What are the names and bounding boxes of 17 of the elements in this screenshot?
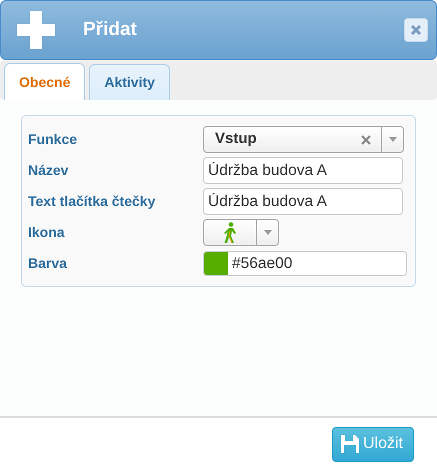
caret-icon — [388, 137, 396, 142]
color-field[interactable]: #56ae00 — [203, 251, 407, 276]
field-label: Funkce — [28, 130, 78, 149]
plus-icon — [17, 11, 55, 49]
field-label: Text tlačítka čtečky — [28, 192, 156, 211]
walking-person-icon — [222, 222, 238, 244]
dialog-title: Přidat — [83, 18, 138, 42]
close-button[interactable] — [404, 18, 428, 42]
icon-dropdown[interactable] — [203, 219, 279, 246]
clear-icon[interactable] — [361, 134, 371, 144]
dropdown[interactable]: Vstup — [203, 126, 404, 153]
tab[interactable]: Aktivity — [89, 64, 170, 100]
close-icon — [410, 24, 422, 36]
field-label: Barva — [28, 254, 68, 273]
caret-icon — [264, 230, 272, 235]
field-label: Název — [28, 161, 70, 180]
field-label: Ikona — [28, 223, 66, 242]
